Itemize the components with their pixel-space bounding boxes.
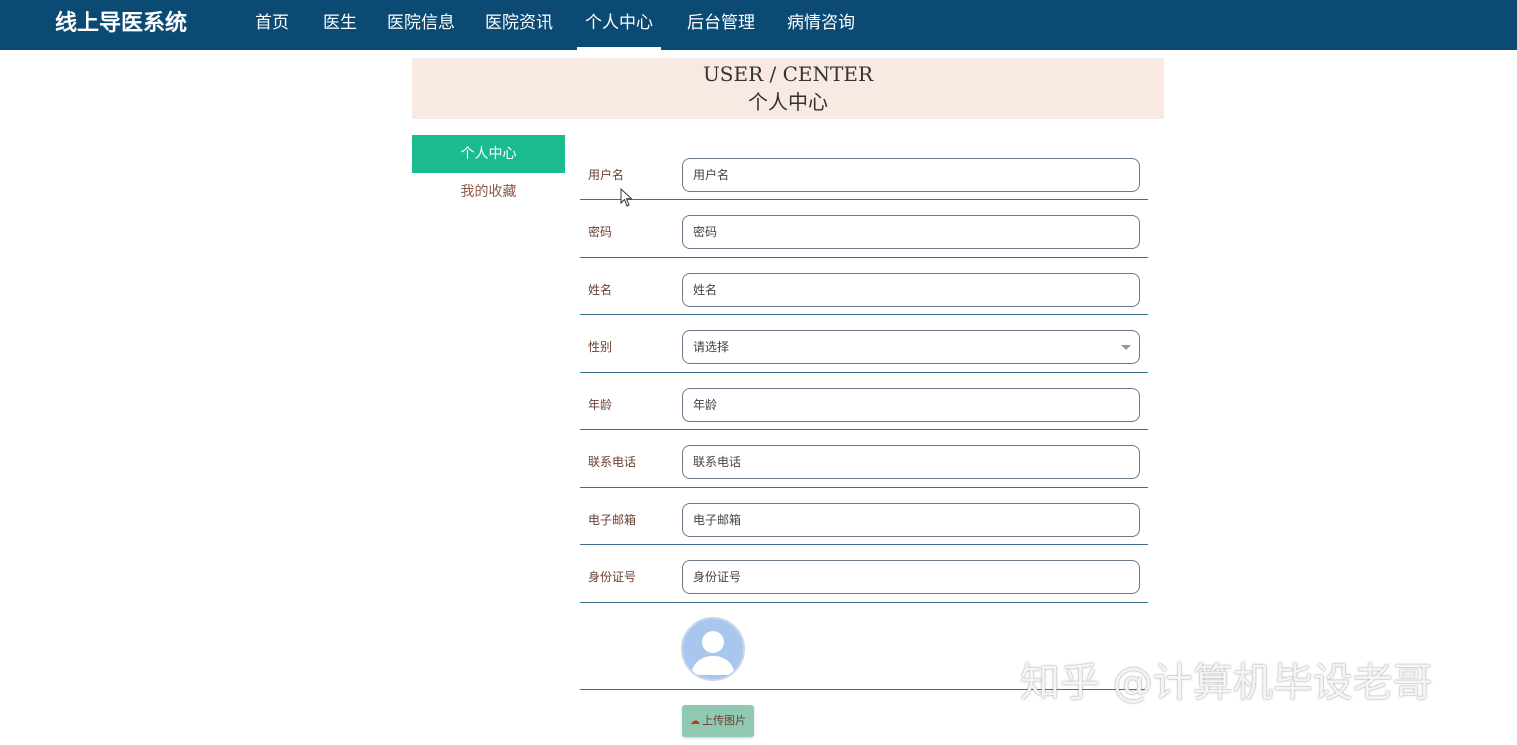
page-banner: USER / CENTER 个人中心: [412, 58, 1164, 119]
nav-item-consultation[interactable]: 病情咨询: [781, 0, 861, 50]
user-avatar-icon[interactable]: [681, 617, 745, 681]
brand-title[interactable]: 线上导医系统: [55, 9, 187, 39]
username-input[interactable]: [682, 158, 1140, 192]
nav-item-hospital-info[interactable]: 医院信息: [381, 0, 461, 50]
nav-item-hospital-news[interactable]: 医院资讯: [479, 0, 559, 50]
email-label: 电子邮箱: [588, 513, 637, 527]
name-input[interactable]: [682, 273, 1140, 307]
idcard-input[interactable]: [682, 560, 1140, 594]
mouse-cursor-icon: [620, 188, 633, 207]
nav-item-doctor[interactable]: 医生: [314, 0, 366, 50]
sidebar-item-user-center[interactable]: 个人中心: [412, 135, 565, 173]
age-label: 年龄: [588, 398, 613, 412]
nav-item-home[interactable]: 首页: [245, 0, 299, 50]
upload-image-button[interactable]: ☁ 上传图片: [682, 705, 754, 737]
banner-title-en: USER / CENTER: [702, 62, 874, 86]
watermark-text: 知乎 @计算机毕设老哥: [1020, 660, 1433, 706]
row-divider: [580, 487, 1148, 488]
password-input[interactable]: [682, 215, 1140, 249]
gender-label: 性别: [588, 340, 613, 354]
chevron-down-icon: [1121, 345, 1131, 350]
gender-select[interactable]: 请选择: [682, 330, 1140, 364]
row-divider: [580, 257, 1148, 258]
banner-title-cn: 个人中心: [748, 90, 828, 114]
name-label: 姓名: [588, 283, 613, 297]
gender-select-value: 请选择: [693, 340, 730, 354]
row-divider: [580, 372, 1148, 373]
top-navbar: 线上导医系统 首页 医生 医院信息 医院资讯 个人中心 后台管理 病情咨询: [0, 0, 1517, 50]
row-divider: [580, 544, 1148, 545]
nav-item-user-center[interactable]: 个人中心: [577, 0, 661, 50]
password-label: 密码: [588, 225, 613, 239]
sidebar-item-favorites[interactable]: 我的收藏: [412, 174, 565, 210]
avatar-silhouette: [691, 631, 735, 675]
row-divider: [580, 199, 1148, 200]
nav-item-admin[interactable]: 后台管理: [679, 0, 763, 50]
username-label: 用户名: [588, 168, 625, 182]
age-input[interactable]: [682, 388, 1140, 422]
email-input[interactable]: [682, 503, 1140, 537]
idcard-label: 身份证号: [588, 570, 637, 584]
row-divider: [580, 314, 1148, 315]
row-divider: [580, 602, 1148, 603]
row-divider: [580, 429, 1148, 430]
phone-input[interactable]: [682, 445, 1140, 479]
upload-button-label: 上传图片: [702, 714, 746, 727]
phone-label: 联系电话: [588, 455, 637, 469]
cloud-upload-icon: ☁: [690, 716, 700, 727]
